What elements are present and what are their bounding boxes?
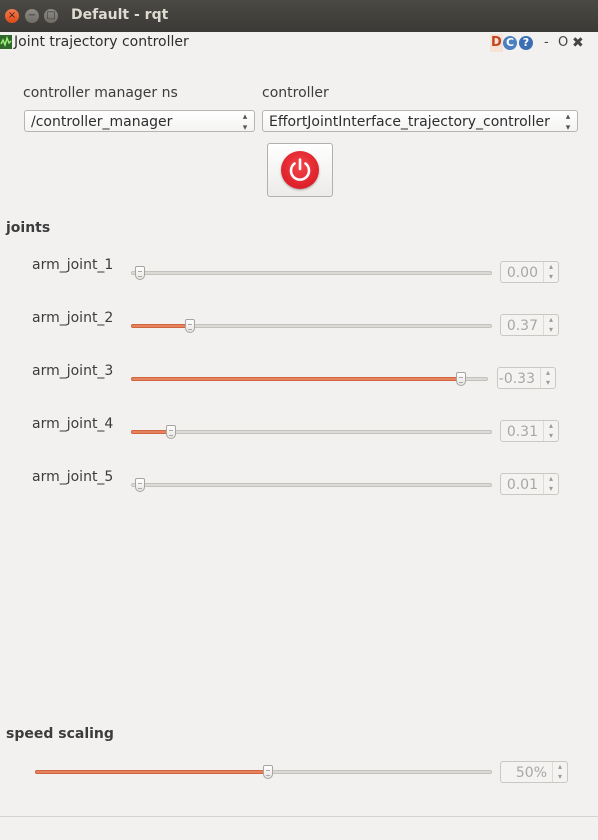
joint-slider-handle[interactable] bbox=[135, 266, 145, 280]
joint-slider-track[interactable] bbox=[131, 430, 492, 434]
joint-slider-handle[interactable] bbox=[185, 319, 196, 333]
spin-arrows-icon[interactable]: ▴ ▾ bbox=[543, 262, 558, 282]
joint-slider-fill bbox=[131, 324, 191, 328]
window-title: Default - rqt bbox=[71, 7, 169, 23]
joint-value: 0.00 bbox=[506, 265, 538, 281]
combo-arrows-icon: ▴ ▾ bbox=[242, 112, 248, 132]
bottom-divider bbox=[0, 816, 598, 817]
controller-manager-combo[interactable]: /controller_manager ▴ ▾ bbox=[24, 110, 255, 132]
d-icon[interactable]: D bbox=[490, 34, 503, 52]
window-titlebar: × − □ Default - rqt bbox=[0, 0, 598, 32]
joint-slider-fill bbox=[131, 377, 461, 381]
joint-label: arm_joint_5 bbox=[32, 469, 114, 485]
joint-value-spinbox[interactable]: 0.31 ▴ ▾ bbox=[500, 420, 559, 442]
joint-value-spinbox[interactable]: -0.33 ▴ ▾ bbox=[497, 367, 556, 389]
joint-label: arm_joint_3 bbox=[32, 363, 114, 379]
joints-title: joints bbox=[6, 220, 51, 236]
joint-value: 0.31 bbox=[506, 424, 538, 440]
controller-value: EffortJointInterface_trajectory_controll… bbox=[269, 114, 550, 130]
controller-manager-label: controller manager ns bbox=[23, 85, 178, 101]
joint-value-spinbox[interactable]: 0.01 ▴ ▾ bbox=[500, 473, 559, 495]
joint-label: arm_joint_4 bbox=[32, 416, 114, 432]
plugin-header-icons: D C ? - O ✖ bbox=[490, 34, 598, 52]
spin-arrows-icon[interactable]: ▴ ▾ bbox=[543, 421, 558, 441]
joint-label: arm_joint_2 bbox=[32, 310, 114, 326]
spin-arrows-icon[interactable]: ▴ ▾ bbox=[543, 315, 558, 335]
joint-slider-handle[interactable] bbox=[166, 425, 177, 439]
spin-arrows-icon[interactable]: ▴ ▾ bbox=[540, 368, 555, 388]
joint-slider-handle[interactable] bbox=[455, 372, 466, 386]
combo-arrows-icon: ▴ ▾ bbox=[565, 112, 571, 132]
joint-value-spinbox[interactable]: 0.37 ▴ ▾ bbox=[500, 314, 559, 336]
window-minimize-button[interactable]: − bbox=[25, 9, 39, 23]
controller-manager-value: /controller_manager bbox=[31, 114, 173, 130]
speed-slider-fill bbox=[35, 770, 268, 774]
spin-arrows-icon[interactable]: ▴ ▾ bbox=[543, 474, 558, 494]
joint-slider-handle[interactable] bbox=[135, 478, 145, 492]
joint-label: arm_joint_1 bbox=[32, 257, 114, 273]
close-icon[interactable]: ✖ bbox=[572, 34, 584, 52]
plot-icon bbox=[0, 35, 12, 49]
help-icon[interactable]: ? bbox=[519, 36, 533, 50]
joint-slider-fill bbox=[131, 430, 172, 434]
speed-value-spinbox[interactable]: 50% ▴ ▾ bbox=[500, 761, 568, 783]
reload-icon[interactable]: C bbox=[503, 36, 517, 50]
minimize-icon[interactable]: - bbox=[544, 34, 549, 52]
speed-slider-handle[interactable] bbox=[262, 765, 273, 779]
spin-arrows-icon[interactable]: ▴ ▾ bbox=[552, 762, 567, 782]
float-icon[interactable]: O bbox=[558, 34, 568, 52]
joint-value: -0.33 bbox=[498, 371, 535, 387]
joint-value: 0.01 bbox=[506, 477, 538, 493]
plugin-header: Joint trajectory controller D C ? - O ✖ bbox=[0, 33, 598, 55]
joint-value-spinbox[interactable]: 0.00 ▴ ▾ bbox=[500, 261, 559, 283]
joint-slider-track[interactable] bbox=[131, 483, 492, 487]
window-maximize-button[interactable]: □ bbox=[44, 9, 58, 23]
controller-label: controller bbox=[262, 85, 329, 101]
power-icon bbox=[281, 151, 319, 189]
joint-slider-track[interactable] bbox=[131, 271, 492, 275]
speed-scaling-title: speed scaling bbox=[6, 726, 114, 742]
plugin-title: Joint trajectory controller bbox=[14, 34, 189, 50]
controller-combo[interactable]: EffortJointInterface_trajectory_controll… bbox=[262, 110, 578, 132]
window-close-button[interactable]: × bbox=[5, 9, 19, 23]
power-button[interactable] bbox=[267, 143, 333, 197]
speed-value: 50% bbox=[515, 765, 547, 781]
joint-value: 0.37 bbox=[506, 318, 538, 334]
